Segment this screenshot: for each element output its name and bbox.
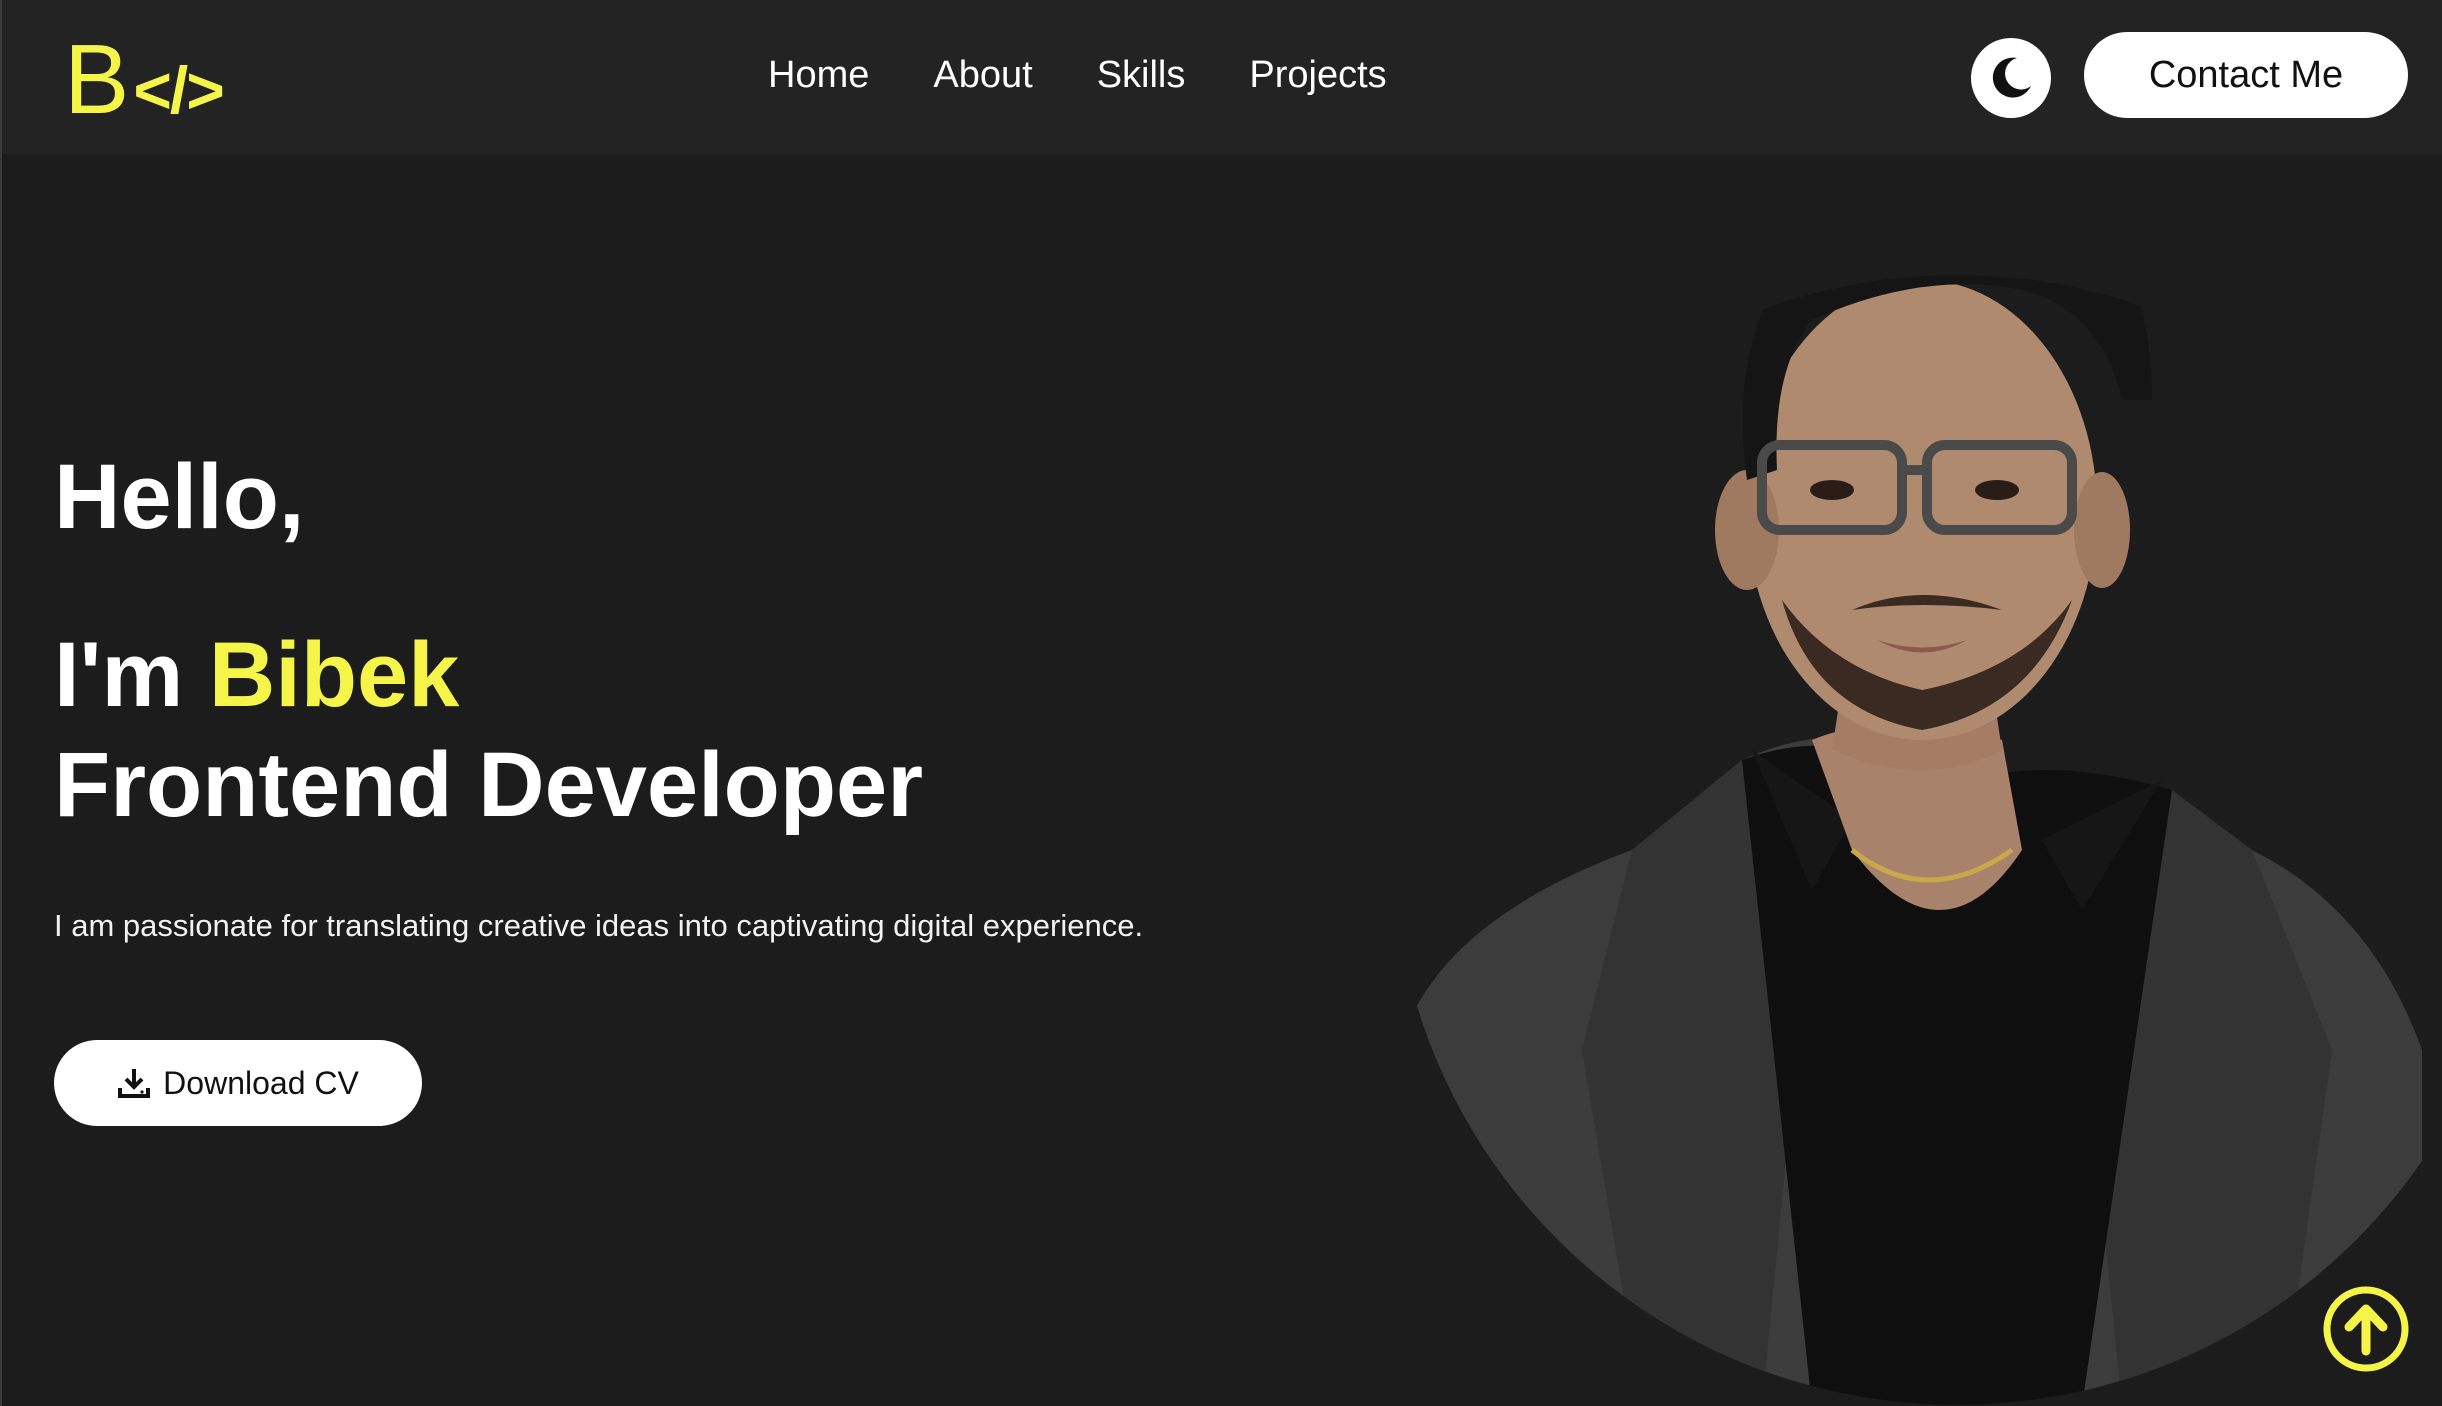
download-cv-button[interactable]: Download CV (54, 1040, 422, 1126)
nav-skills[interactable]: Skills (1097, 50, 1186, 100)
site-header: B </> Home About Skills Projects Contact… (2, 0, 2442, 154)
download-cv-label: Download CV (163, 1064, 359, 1101)
nav-home[interactable]: Home (768, 50, 869, 100)
hero-intro: I'm Bibek (54, 620, 459, 730)
profile-photo (1402, 275, 2422, 1405)
page: B </> Home About Skills Projects Contact… (0, 0, 2442, 1406)
download-icon (118, 1069, 151, 1098)
arrow-up-circle-icon (2323, 1286, 2409, 1372)
main-nav: Home About Skills Projects (768, 50, 1387, 100)
logo-letter: B (64, 24, 130, 134)
contact-me-button[interactable]: Contact Me (2084, 32, 2408, 118)
hero-greeting: Hello, (54, 446, 305, 548)
hero-role: Frontend Developer (54, 734, 924, 836)
moon-icon (1992, 57, 2031, 98)
nav-about[interactable]: About (933, 50, 1032, 100)
logo[interactable]: B </> (64, 24, 225, 134)
nav-projects[interactable]: Projects (1249, 50, 1386, 100)
theme-toggle-button[interactable] (1971, 38, 2051, 118)
logo-code-symbol: </> (133, 53, 224, 127)
hero-im-prefix: I'm (54, 624, 209, 726)
scroll-to-top-button[interactable] (2322, 1285, 2410, 1373)
hero-name: Bibek (208, 624, 460, 726)
hero-tagline: I am passionate for translating creative… (54, 908, 1144, 943)
